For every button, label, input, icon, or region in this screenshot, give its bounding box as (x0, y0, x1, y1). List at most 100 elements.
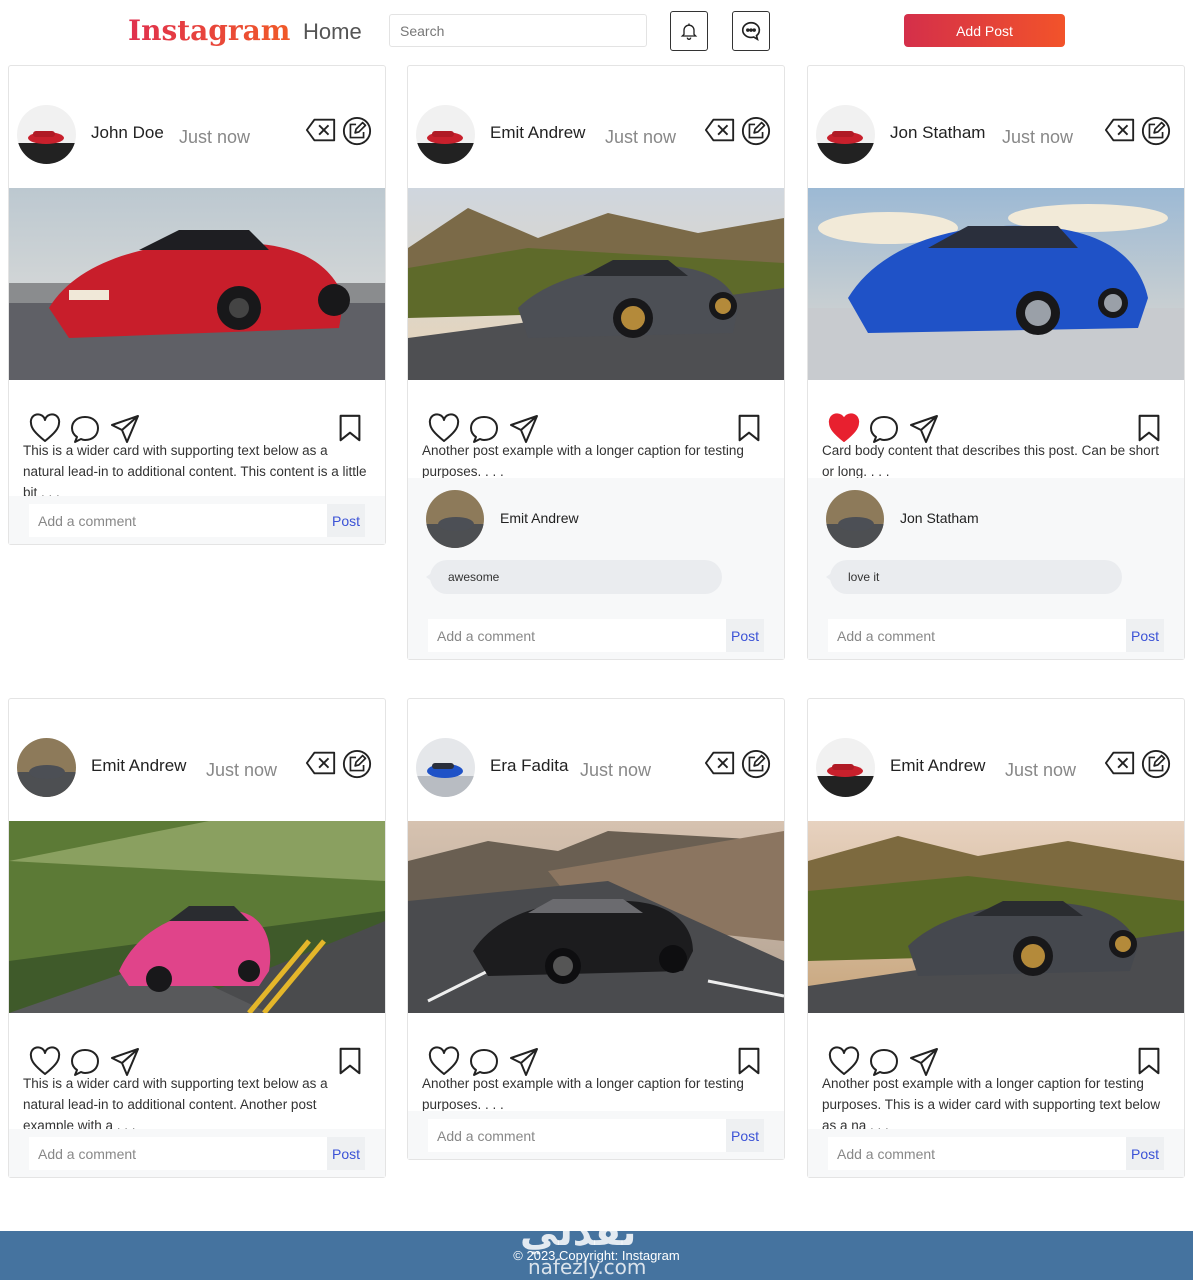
comment-icon[interactable] (468, 413, 500, 445)
post-actions (408, 1013, 784, 1073)
author-avatar[interactable] (17, 105, 76, 164)
heart-icon[interactable] (29, 413, 61, 445)
bookmark-icon[interactable] (1134, 1046, 1164, 1076)
delete-icon[interactable] (305, 750, 337, 776)
delete-icon[interactable] (1104, 117, 1136, 143)
author-avatar[interactable] (816, 105, 875, 164)
edit-icon[interactable] (741, 749, 771, 779)
commenter-name[interactable]: Jon Statham (900, 510, 979, 526)
comment-input[interactable] (29, 504, 329, 537)
post-image[interactable] (808, 821, 1184, 1013)
comment-text: awesome (426, 560, 722, 594)
bookmark-icon[interactable] (734, 413, 764, 443)
delete-icon[interactable] (704, 117, 736, 143)
heart-filled-icon[interactable] (828, 413, 860, 445)
post-comment-button[interactable]: Post (1126, 1137, 1164, 1170)
comment-input[interactable] (428, 1119, 728, 1152)
comment-input[interactable] (428, 619, 728, 652)
post-comment-button[interactable]: Post (1126, 619, 1164, 652)
bell-icon (680, 23, 698, 40)
comment-icon[interactable] (468, 1046, 500, 1078)
comment-thread: Jon Statham love it (808, 478, 1184, 611)
app-logo[interactable]: Instagram (128, 14, 290, 47)
post-comment-button[interactable]: Post (726, 1119, 764, 1152)
author-name[interactable]: John Doe (91, 123, 164, 143)
post-caption: Another post example with a longer capti… (822, 1076, 1161, 1133)
search-input[interactable] (389, 14, 647, 47)
commenter-avatar[interactable] (426, 490, 484, 548)
share-icon[interactable] (508, 1046, 540, 1078)
author-avatar[interactable] (416, 738, 475, 797)
share-icon[interactable] (508, 413, 540, 445)
footer: نفذلي © 2023 Copyright: Instagram nafezl… (0, 1210, 1193, 1280)
heart-icon[interactable] (428, 413, 460, 445)
post-card: Emit Andrew Just now Another post exampl… (807, 698, 1185, 1178)
notifications-button[interactable] (670, 11, 708, 51)
share-icon[interactable] (908, 413, 940, 445)
author-name[interactable]: Emit Andrew (890, 756, 985, 776)
commenter-avatar[interactable] (826, 490, 884, 548)
share-icon[interactable] (908, 1046, 940, 1078)
edit-icon[interactable] (342, 749, 372, 779)
edit-icon[interactable] (1141, 749, 1171, 779)
post-time: Just now (179, 127, 251, 147)
post-header: Jon Statham Just now (808, 66, 1184, 188)
post-header: Emit Andrew Just now (408, 66, 784, 188)
comment-icon[interactable] (868, 1046, 900, 1078)
post-image[interactable] (9, 188, 385, 380)
author-avatar[interactable] (416, 105, 475, 164)
comment-bar: Post (408, 1111, 784, 1159)
comment-bar: Post (808, 611, 1184, 659)
share-icon[interactable] (109, 1046, 141, 1078)
comment-input[interactable] (828, 619, 1128, 652)
post-image[interactable] (808, 188, 1184, 380)
nav-home-link[interactable]: Home (303, 19, 362, 45)
comment-input[interactable] (828, 1137, 1128, 1170)
post-actions (808, 380, 1184, 440)
author-avatar[interactable] (816, 738, 875, 797)
edit-icon[interactable] (1141, 116, 1171, 146)
add-post-button[interactable]: Add Post (904, 14, 1065, 47)
post-image[interactable] (408, 821, 784, 1013)
author-name[interactable]: Era Fadita (490, 756, 568, 776)
post-comment-button[interactable]: Post (327, 1137, 365, 1170)
share-icon[interactable] (109, 413, 141, 445)
bookmark-icon[interactable] (1134, 413, 1164, 443)
comment-input[interactable] (29, 1137, 329, 1170)
edit-icon[interactable] (342, 116, 372, 146)
author-name[interactable]: Emit Andrew (490, 123, 585, 143)
bookmark-icon[interactable] (335, 1046, 365, 1076)
edit-icon[interactable] (741, 116, 771, 146)
commenter-name[interactable]: Emit Andrew (500, 510, 579, 526)
heart-icon[interactable] (428, 1046, 460, 1078)
post-actions (408, 380, 784, 440)
comment-icon[interactable] (868, 413, 900, 445)
bookmark-icon[interactable] (734, 1046, 764, 1076)
author-name[interactable]: Jon Statham (890, 123, 985, 143)
post-comment-button[interactable]: Post (726, 619, 764, 652)
post-time: Just now (1005, 760, 1077, 780)
delete-icon[interactable] (1104, 750, 1136, 776)
heart-icon[interactable] (828, 1046, 860, 1078)
post-header: Era Fadita Just now (408, 699, 784, 821)
comment-icon[interactable] (69, 413, 101, 445)
post-image[interactable] (9, 821, 385, 1013)
post-header: Emit Andrew Just now (808, 699, 1184, 821)
delete-icon[interactable] (305, 117, 337, 143)
post-caption: Another post example with a longer capti… (422, 1076, 744, 1112)
post-card: Jon Statham Just now Card body content t… (807, 65, 1185, 660)
delete-icon[interactable] (704, 750, 736, 776)
comment-bar: Post (808, 1129, 1184, 1177)
author-name[interactable]: Emit Andrew (91, 756, 186, 776)
author-avatar[interactable] (17, 738, 76, 797)
post-comment-button[interactable]: Post (327, 504, 365, 537)
post-image[interactable] (408, 188, 784, 380)
bookmark-icon[interactable] (335, 413, 365, 443)
watermark-url: nafezly.com (528, 1255, 647, 1279)
comment-text: love it (826, 560, 1122, 594)
heart-icon[interactable] (29, 1046, 61, 1078)
messages-button[interactable] (732, 11, 770, 51)
comment-bar: Post (9, 496, 385, 544)
post-card: Emit Andrew Just now This is a wider car… (8, 698, 386, 1178)
comment-icon[interactable] (69, 1046, 101, 1078)
